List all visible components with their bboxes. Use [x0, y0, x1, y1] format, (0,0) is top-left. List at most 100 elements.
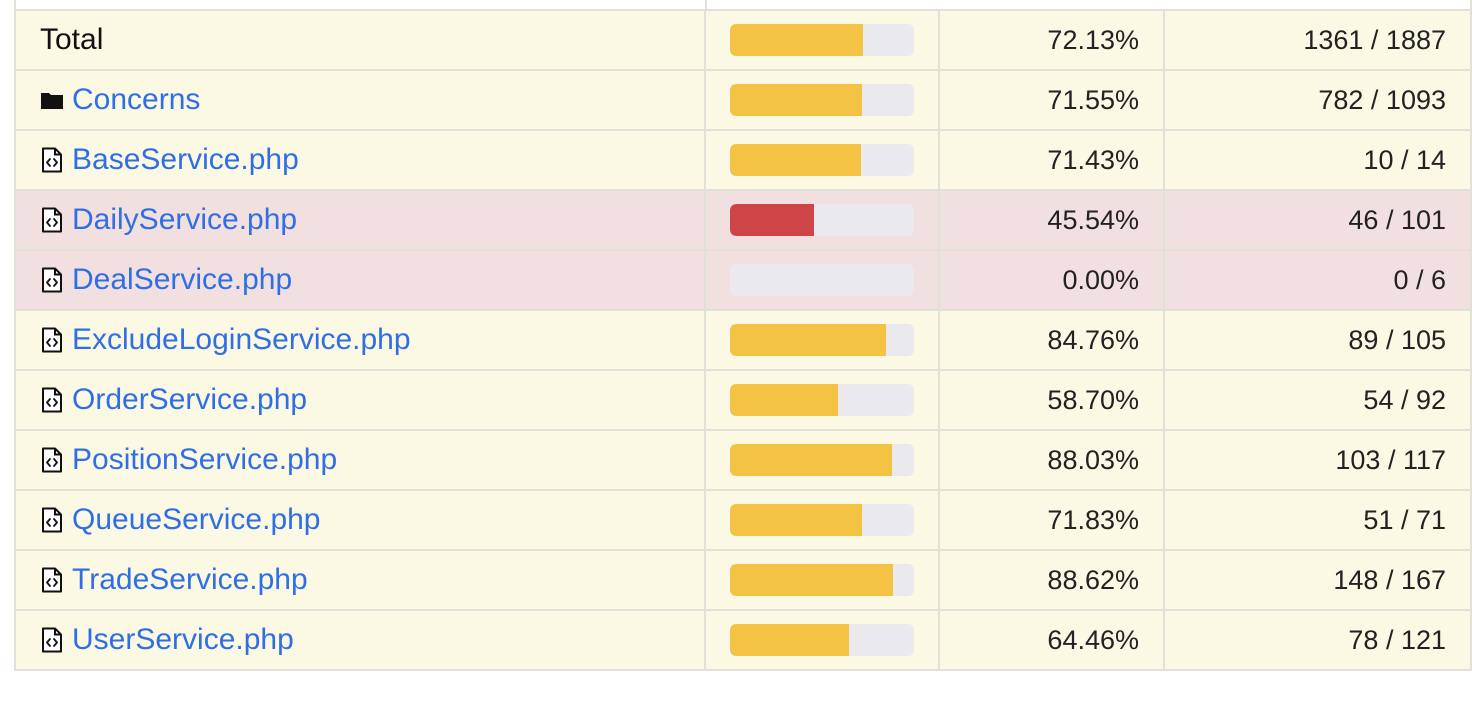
table-row: DealService.php 0.00% 0 / 6: [14, 249, 1472, 311]
coverage-bar: [730, 384, 914, 416]
coverage-bar-cell: [704, 189, 940, 251]
code-file-icon: [40, 627, 64, 653]
code-file-icon: [40, 567, 64, 593]
coverage-bar-cell: [704, 9, 940, 71]
coverage-bar-cell: [704, 249, 940, 311]
coverage-bar: [730, 324, 914, 356]
total-label: Total: [40, 23, 104, 56]
folder-link[interactable]: Concerns: [72, 83, 200, 117]
coverage-bar-cell: [704, 309, 940, 371]
file-link[interactable]: TradeService.php: [72, 563, 308, 597]
code-file-icon: [40, 327, 64, 353]
coverage-bar-fill: [730, 204, 814, 236]
lines-fraction: 89 / 105: [1163, 309, 1472, 371]
table-row: UserService.php 64.46% 78 / 121: [14, 609, 1472, 671]
file-link[interactable]: BaseService.php: [72, 143, 299, 177]
coverage-bar: [730, 204, 914, 236]
name-cell: ExcludeLoginService.php: [14, 309, 706, 371]
coverage-table: Total 72.13% 1361 / 1887 Concerns 71.55%…: [14, 9, 1472, 671]
coverage-bar-cell: [704, 609, 940, 671]
lines-fraction: 46 / 101: [1163, 189, 1472, 251]
lines-fraction: 78 / 121: [1163, 609, 1472, 671]
name-cell: Concerns: [14, 69, 706, 131]
code-file-icon: [40, 267, 64, 293]
coverage-percent: 58.70%: [938, 369, 1165, 431]
coverage-bar-fill: [730, 504, 863, 536]
table-row: DailyService.php 45.54% 46 / 101: [14, 189, 1472, 251]
coverage-bar-cell: [704, 369, 940, 431]
code-file-icon: [40, 447, 64, 473]
coverage-report: Total 72.13% 1361 / 1887 Concerns 71.55%…: [14, 0, 1472, 671]
coverage-bar-cell: [704, 489, 940, 551]
name-cell: DealService.php: [14, 249, 706, 311]
name-cell: QueueService.php: [14, 489, 706, 551]
coverage-bar-fill: [730, 84, 862, 116]
folder-icon: [40, 87, 64, 113]
coverage-bar: [730, 624, 914, 656]
coverage-percent: 84.76%: [938, 309, 1165, 371]
coverage-bar-cell: [704, 549, 940, 611]
total-row: Total 72.13% 1361 / 1887: [14, 9, 1472, 71]
coverage-percent: 0.00%: [938, 249, 1165, 311]
file-link[interactable]: ExcludeLoginService.php: [72, 323, 411, 357]
coverage-percent: 88.03%: [938, 429, 1165, 491]
coverage-bar-fill: [730, 624, 849, 656]
coverage-bar: [730, 504, 914, 536]
name-cell: PositionService.php: [14, 429, 706, 491]
name-cell: TradeService.php: [14, 549, 706, 611]
coverage-bar-cell: [704, 129, 940, 191]
coverage-bar-fill: [730, 144, 862, 176]
coverage-bar: [730, 264, 914, 296]
table-row: Concerns 71.55% 782 / 1093: [14, 69, 1472, 131]
table-row: TradeService.php 88.62% 148 / 167: [14, 549, 1472, 611]
name-cell: BaseService.php: [14, 129, 706, 191]
lines-fraction: 148 / 167: [1163, 549, 1472, 611]
coverage-bar-fill: [730, 324, 886, 356]
table-top-edge: [14, 0, 1472, 9]
coverage-bar-fill: [730, 564, 894, 596]
code-file-icon: [40, 147, 64, 173]
coverage-bar: [730, 144, 914, 176]
file-link[interactable]: OrderService.php: [72, 383, 307, 417]
coverage-bar-fill: [730, 24, 863, 56]
coverage-percent: 64.46%: [938, 609, 1165, 671]
coverage-bar: [730, 84, 914, 116]
coverage-bar-fill: [730, 444, 892, 476]
coverage-bar: [730, 24, 914, 56]
file-link[interactable]: PositionService.php: [72, 443, 337, 477]
coverage-bar: [730, 444, 914, 476]
coverage-percent: 72.13%: [938, 9, 1165, 71]
coverage-percent: 71.55%: [938, 69, 1165, 131]
lines-fraction: 54 / 92: [1163, 369, 1472, 431]
code-file-icon: [40, 507, 64, 533]
name-cell: DailyService.php: [14, 189, 706, 251]
name-cell: UserService.php: [14, 609, 706, 671]
coverage-percent: 45.54%: [938, 189, 1165, 251]
name-cell: OrderService.php: [14, 369, 706, 431]
coverage-percent: 71.83%: [938, 489, 1165, 551]
coverage-bar-fill: [730, 384, 838, 416]
coverage-bar-cell: [704, 429, 940, 491]
lines-fraction: 51 / 71: [1163, 489, 1472, 551]
coverage-bar-cell: [704, 69, 940, 131]
table-row: OrderService.php 58.70% 54 / 92: [14, 369, 1472, 431]
file-link[interactable]: DealService.php: [72, 263, 292, 297]
code-file-icon: [40, 207, 64, 233]
lines-fraction: 103 / 117: [1163, 429, 1472, 491]
name-cell: Total: [14, 9, 706, 71]
coverage-percent: 71.43%: [938, 129, 1165, 191]
file-link[interactable]: QueueService.php: [72, 503, 321, 537]
lines-fraction: 1361 / 1887: [1163, 9, 1472, 71]
lines-fraction: 0 / 6: [1163, 249, 1472, 311]
file-link[interactable]: DailyService.php: [72, 203, 297, 237]
coverage-bar: [730, 564, 914, 596]
lines-fraction: 10 / 14: [1163, 129, 1472, 191]
code-file-icon: [40, 387, 64, 413]
table-row: ExcludeLoginService.php 84.76% 89 / 105: [14, 309, 1472, 371]
lines-fraction: 782 / 1093: [1163, 69, 1472, 131]
table-row: QueueService.php 71.83% 51 / 71: [14, 489, 1472, 551]
coverage-percent: 88.62%: [938, 549, 1165, 611]
table-row: BaseService.php 71.43% 10 / 14: [14, 129, 1472, 191]
table-row: PositionService.php 88.03% 103 / 117: [14, 429, 1472, 491]
file-link[interactable]: UserService.php: [72, 623, 294, 657]
